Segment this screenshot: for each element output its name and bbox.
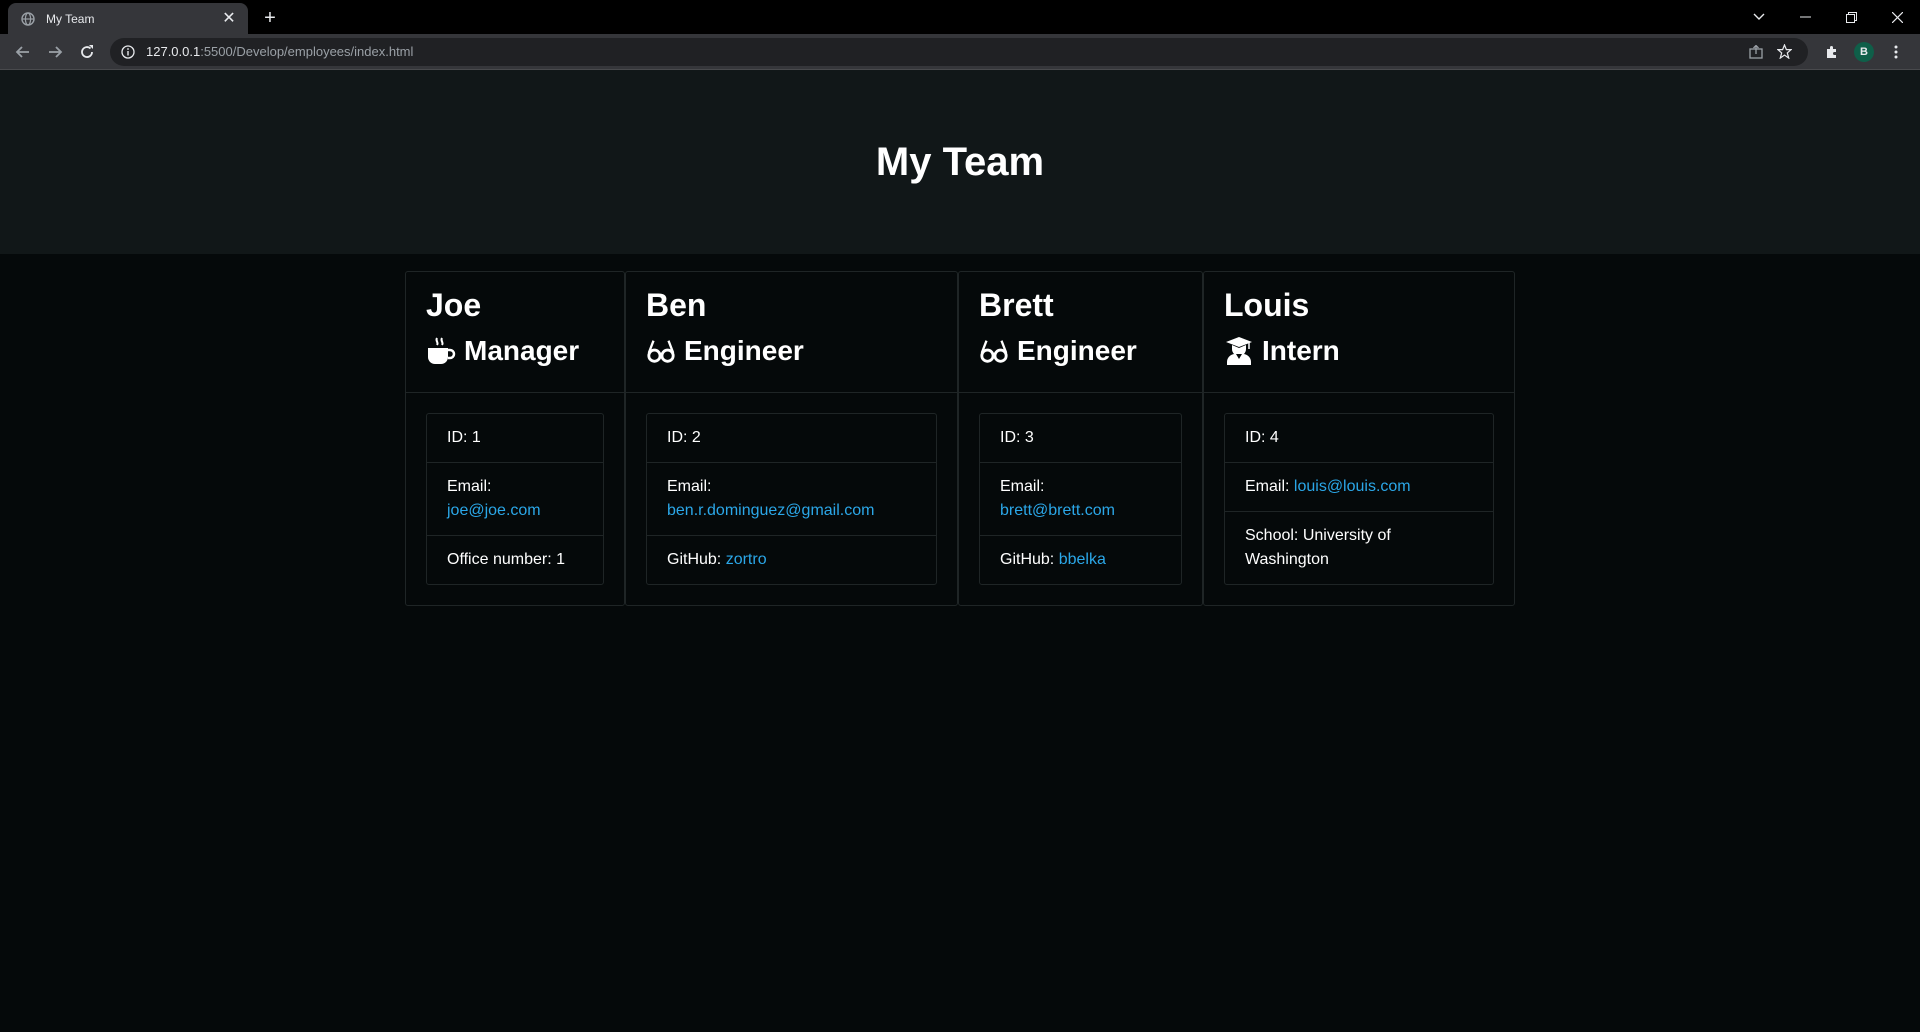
bookmark-star-icon[interactable] xyxy=(1770,38,1798,66)
team-cards: Joe Manager ID: 1 Email: joe@joe.com Offi… xyxy=(405,271,1515,606)
glasses-icon xyxy=(646,336,676,366)
info-icon[interactable] xyxy=(120,44,136,60)
employee-details: ID: 1 Email: joe@joe.com Office number: 1 xyxy=(426,413,604,585)
tab-title: My Team xyxy=(46,11,95,26)
employee-role: Engineer xyxy=(646,334,937,368)
employee-id: ID: 2 xyxy=(647,414,936,463)
page-content: My Team Joe Manager ID: 1 Email: joe@joe.… xyxy=(0,70,1920,1032)
browser-toolbar: 127.0.0.1:5500/Develop/employees/index.h… xyxy=(0,34,1920,70)
email-label: Email: xyxy=(1245,478,1290,495)
role-label: Engineer xyxy=(1017,335,1137,366)
browser-tab[interactable]: My Team ✕ xyxy=(8,3,248,34)
github-link[interactable]: bbelka xyxy=(1059,551,1106,568)
forward-button[interactable] xyxy=(40,37,70,67)
employee-role: Manager xyxy=(426,334,604,368)
employee-card: Joe Manager ID: 1 Email: joe@joe.com Offi… xyxy=(405,271,625,606)
role-label: Manager xyxy=(464,335,580,366)
github-row: GitHub: zortro xyxy=(647,536,936,584)
email-link[interactable]: joe@joe.com xyxy=(447,502,541,519)
employee-email-row: Email: louis@louis.com xyxy=(1225,463,1493,512)
address-bar[interactable]: 127.0.0.1:5500/Develop/employees/index.h… xyxy=(110,37,1808,66)
close-tab-icon[interactable]: ✕ xyxy=(220,10,238,28)
new-tab-button[interactable]: + xyxy=(258,6,282,30)
extensions-puzzle-icon[interactable] xyxy=(1816,37,1848,67)
tab-search-icon[interactable] xyxy=(1736,0,1782,34)
email-label: Email: xyxy=(447,478,492,495)
page-title: My Team xyxy=(875,139,1045,184)
employee-name: Joe xyxy=(426,287,482,323)
employee-role: Engineer xyxy=(979,334,1182,368)
menu-dots-icon[interactable] xyxy=(1880,37,1912,67)
card-header: Louis Intern xyxy=(1204,272,1514,393)
card-header: Ben Engineer xyxy=(626,272,957,393)
email-label: Email: xyxy=(667,478,712,495)
reload-button[interactable] xyxy=(72,37,102,67)
employee-card: Ben Engineer ID: 2 Email: ben.r.dominguez… xyxy=(625,271,958,606)
browser-tab-bar: My Team ✕ + xyxy=(0,0,1920,34)
employee-name: Louis xyxy=(1224,287,1310,323)
github-label: GitHub: xyxy=(667,551,722,568)
github-label: GitHub: xyxy=(1000,551,1055,568)
back-button[interactable] xyxy=(8,37,38,67)
minimize-button[interactable] xyxy=(1782,0,1828,34)
github-row: GitHub: bbelka xyxy=(980,536,1181,584)
office-number: Office number: 1 xyxy=(447,551,565,568)
restore-button[interactable] xyxy=(1828,0,1874,34)
coffee-icon xyxy=(426,336,456,366)
employee-name: Brett xyxy=(979,287,1054,323)
role-label: Intern xyxy=(1262,335,1340,366)
url-path: :5500/Develop/employees/index.html xyxy=(200,44,414,59)
email-link[interactable]: ben.r.dominguez@gmail.com xyxy=(667,502,874,519)
card-header: Joe Manager xyxy=(406,272,624,393)
employee-details: ID: 4 Email: louis@louis.com School: Uni… xyxy=(1224,413,1494,585)
card-header: Brett Engineer xyxy=(959,272,1202,393)
employee-role: Intern xyxy=(1224,334,1494,368)
email-link[interactable]: brett@brett.com xyxy=(1000,502,1115,519)
employee-email-row: Email: ben.r.dominguez@gmail.com xyxy=(647,463,936,536)
glasses-icon xyxy=(979,336,1009,366)
close-window-button[interactable] xyxy=(1874,0,1920,34)
profile-avatar[interactable]: B xyxy=(1854,41,1874,62)
employee-id: ID: 4 xyxy=(1225,414,1493,463)
employee-id: ID: 1 xyxy=(427,414,603,463)
window-controls xyxy=(1736,0,1920,34)
employee-details: ID: 3 Email: brett@brett.com GitHub: bbel… xyxy=(979,413,1182,585)
url-host: 127.0.0.1 xyxy=(146,44,201,59)
header-banner: My Team xyxy=(0,70,1920,254)
employee-email-row: Email: brett@brett.com xyxy=(980,463,1181,536)
url-text: 127.0.0.1:5500/Develop/employees/index.h… xyxy=(146,44,413,59)
employee-card: Louis Intern ID: 4 Email: louis@louis.co… xyxy=(1203,271,1515,606)
employee-id: ID: 3 xyxy=(980,414,1181,463)
globe-icon xyxy=(20,11,36,27)
github-link[interactable]: zortro xyxy=(726,551,767,568)
school-row: School: University of Washington xyxy=(1245,527,1391,568)
role-label: Engineer xyxy=(684,335,804,366)
employee-details: ID: 2 Email: ben.r.dominguez@gmail.com Gi… xyxy=(646,413,937,585)
employee-card: Brett Engineer ID: 3 Email: brett@brett.c… xyxy=(958,271,1203,606)
email-link[interactable]: louis@louis.com xyxy=(1294,478,1411,495)
employee-email-row: Email: joe@joe.com xyxy=(427,463,603,536)
employee-name: Ben xyxy=(646,287,707,323)
graduate-icon xyxy=(1224,336,1254,366)
share-icon[interactable] xyxy=(1742,38,1770,66)
email-label: Email: xyxy=(1000,478,1045,495)
